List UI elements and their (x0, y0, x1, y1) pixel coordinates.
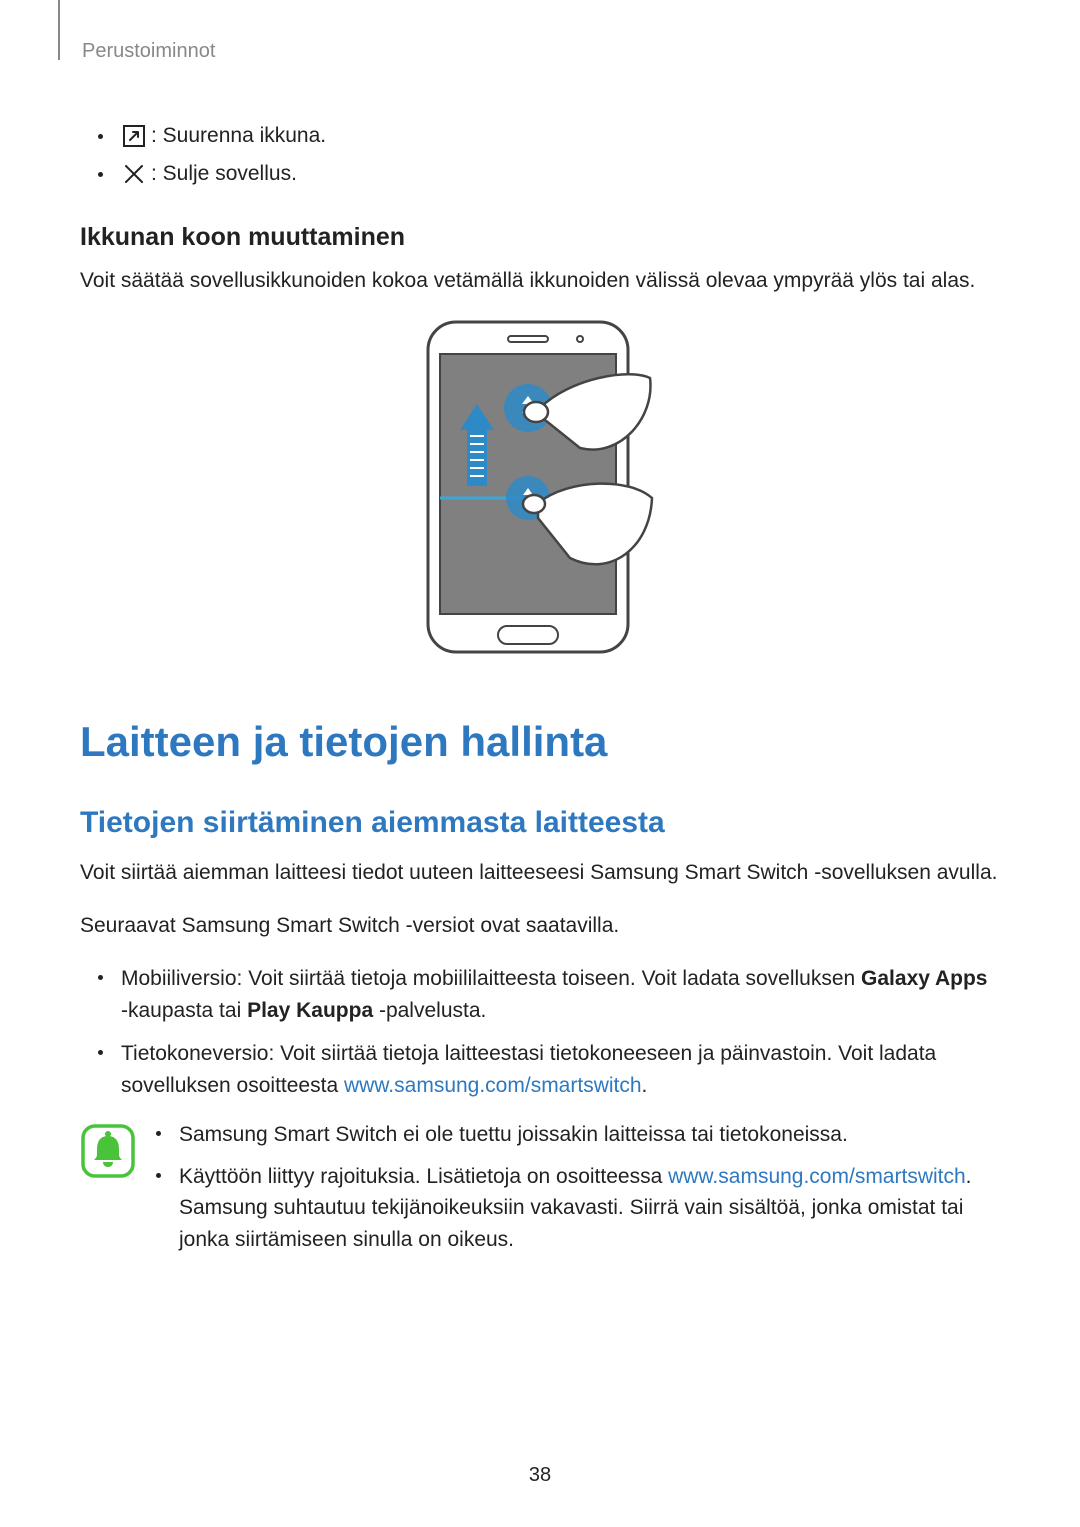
left-margin-line (58, 0, 60, 60)
transfer-body-1: Voit siirtää aiemman laitteesi tiedot uu… (80, 858, 1000, 888)
note-1-text: Samsung Smart Switch ei ole tuettu joiss… (179, 1119, 848, 1151)
version-mobile-item: Mobiiliversio: Voit siirtää tietoja mobi… (98, 963, 1000, 1026)
note-bell-icon (80, 1123, 136, 1184)
bullet-dot (98, 172, 103, 177)
smartswitch-link[interactable]: www.samsung.com/smartswitch (344, 1074, 642, 1097)
note2-prefix: Käyttöön liittyy rajoituksia. Lisätietoj… (179, 1165, 668, 1188)
bullet-dot (98, 975, 103, 980)
transfer-body-2: Seuraavat Samsung Smart Switch -versiot … (80, 911, 1000, 941)
version-list: Mobiiliversio: Voit siirtää tietoja mobi… (98, 963, 1000, 1101)
vm-prefix: Mobiiliversio: Voit siirtää tietoja mobi… (121, 967, 861, 990)
expand-icon (121, 123, 147, 149)
bullet-dot (98, 1050, 103, 1055)
expand-window-bullet: : Suurenna ikkuna. (98, 123, 1000, 149)
phone-resize-illustration (80, 318, 1000, 658)
page-content: Perustoiminnot : Suurenna ikkuna. : Sulj… (0, 0, 1080, 1265)
close-app-bullet: : Sulje sovellus. (98, 161, 1000, 187)
bullet-dot (98, 134, 103, 139)
resize-body: Voit säätää sovellusikkunoiden kokoa vet… (80, 266, 1000, 296)
vm-bold2: Play Kauppa (247, 999, 373, 1022)
vm-mid: -kaupasta tai (121, 999, 247, 1022)
note-list: Samsung Smart Switch ei ole tuettu joiss… (156, 1119, 1000, 1265)
section-heading: Laitteen ja tietojen hallinta (80, 718, 1000, 766)
vp-suffix: . (642, 1074, 648, 1097)
bullet-dot (156, 1131, 161, 1136)
note-item-1: Samsung Smart Switch ei ole tuettu joiss… (156, 1119, 1000, 1151)
breadcrumb: Perustoiminnot (82, 40, 1000, 63)
note-block: Samsung Smart Switch ei ole tuettu joiss… (80, 1119, 1000, 1265)
page-number: 38 (0, 1464, 1080, 1487)
smartswitch-link-2[interactable]: www.samsung.com/smartswitch (668, 1165, 966, 1188)
vm-suffix: -palvelusta. (373, 999, 486, 1022)
note-item-2: Käyttöön liittyy rajoituksia. Lisätietoj… (156, 1161, 1000, 1256)
icon-bullet-list: : Suurenna ikkuna. : Sulje sovellus. (98, 123, 1000, 187)
close-icon (121, 161, 147, 187)
close-text: : Sulje sovellus. (151, 162, 297, 186)
expand-text: : Suurenna ikkuna. (151, 124, 326, 148)
resize-heading: Ikkunan koon muuttaminen (80, 223, 1000, 252)
vm-bold1: Galaxy Apps (861, 967, 987, 990)
version-pc-item: Tietokoneversio: Voit siirtää tietoja la… (98, 1038, 1000, 1101)
subsection-heading: Tietojen siirtäminen aiemmasta laitteest… (80, 806, 1000, 840)
bullet-dot (156, 1173, 161, 1178)
